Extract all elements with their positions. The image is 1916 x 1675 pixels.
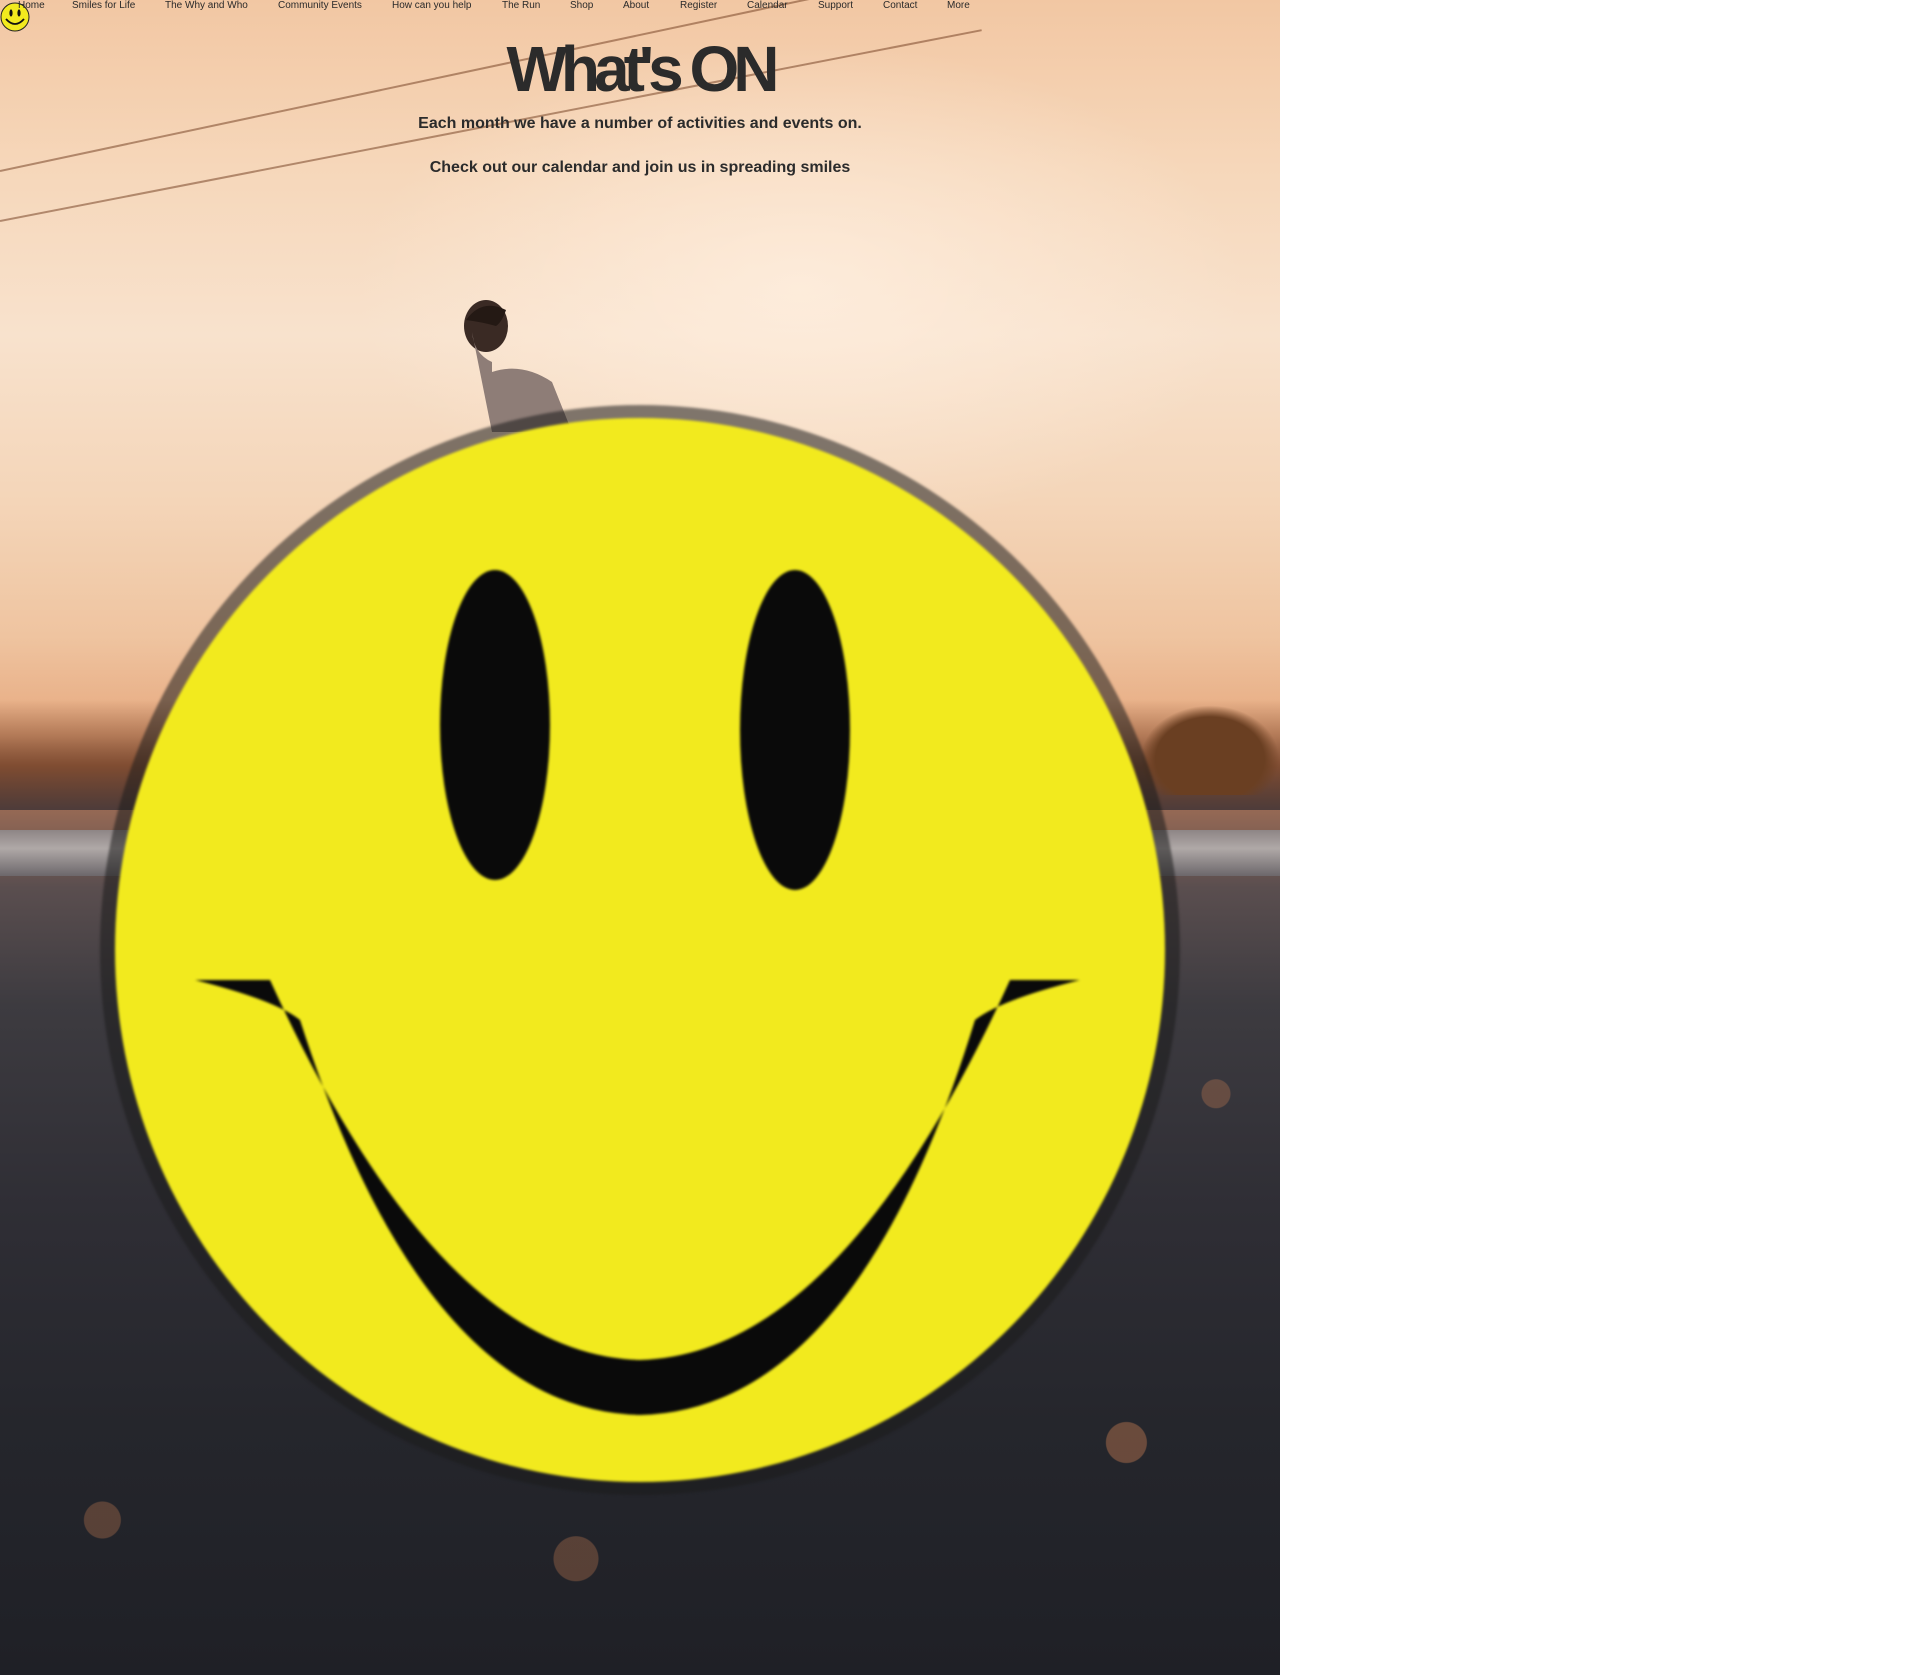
nav-item-register[interactable]: Register xyxy=(680,0,717,12)
nav-item-calendar[interactable]: Calendar xyxy=(747,0,788,12)
intro-line-1: Each month we have a number of activitie… xyxy=(418,115,862,132)
nav-item-the-run[interactable]: The Run xyxy=(502,0,540,12)
intro-line-2: Check out our calendar and join us in sp… xyxy=(429,159,851,176)
nav-item-how-can-you-help[interactable]: How can you help xyxy=(392,0,472,12)
nav-item-support[interactable]: Support xyxy=(818,0,853,12)
nav-item-smiles-for-life[interactable]: Smiles for Life xyxy=(72,0,135,12)
nav-item-about[interactable]: About xyxy=(623,0,649,12)
page-title: What's ON xyxy=(506,33,780,105)
page: Home Smiles for Life The Why and Who Com… xyxy=(0,0,1916,1675)
nav-item-home[interactable]: Home xyxy=(18,0,45,12)
nav-item-shop[interactable]: Shop xyxy=(570,0,593,12)
nav-item-contact[interactable]: Contact xyxy=(883,0,917,12)
hero-background-image xyxy=(0,0,1280,1675)
smiley-face-graphic xyxy=(100,405,1180,1495)
nav-item-community-events[interactable]: Community Events xyxy=(278,0,362,12)
nav-item-the-why-and-who[interactable]: The Why and Who xyxy=(165,0,248,12)
nav-item-more[interactable]: More xyxy=(947,0,970,12)
